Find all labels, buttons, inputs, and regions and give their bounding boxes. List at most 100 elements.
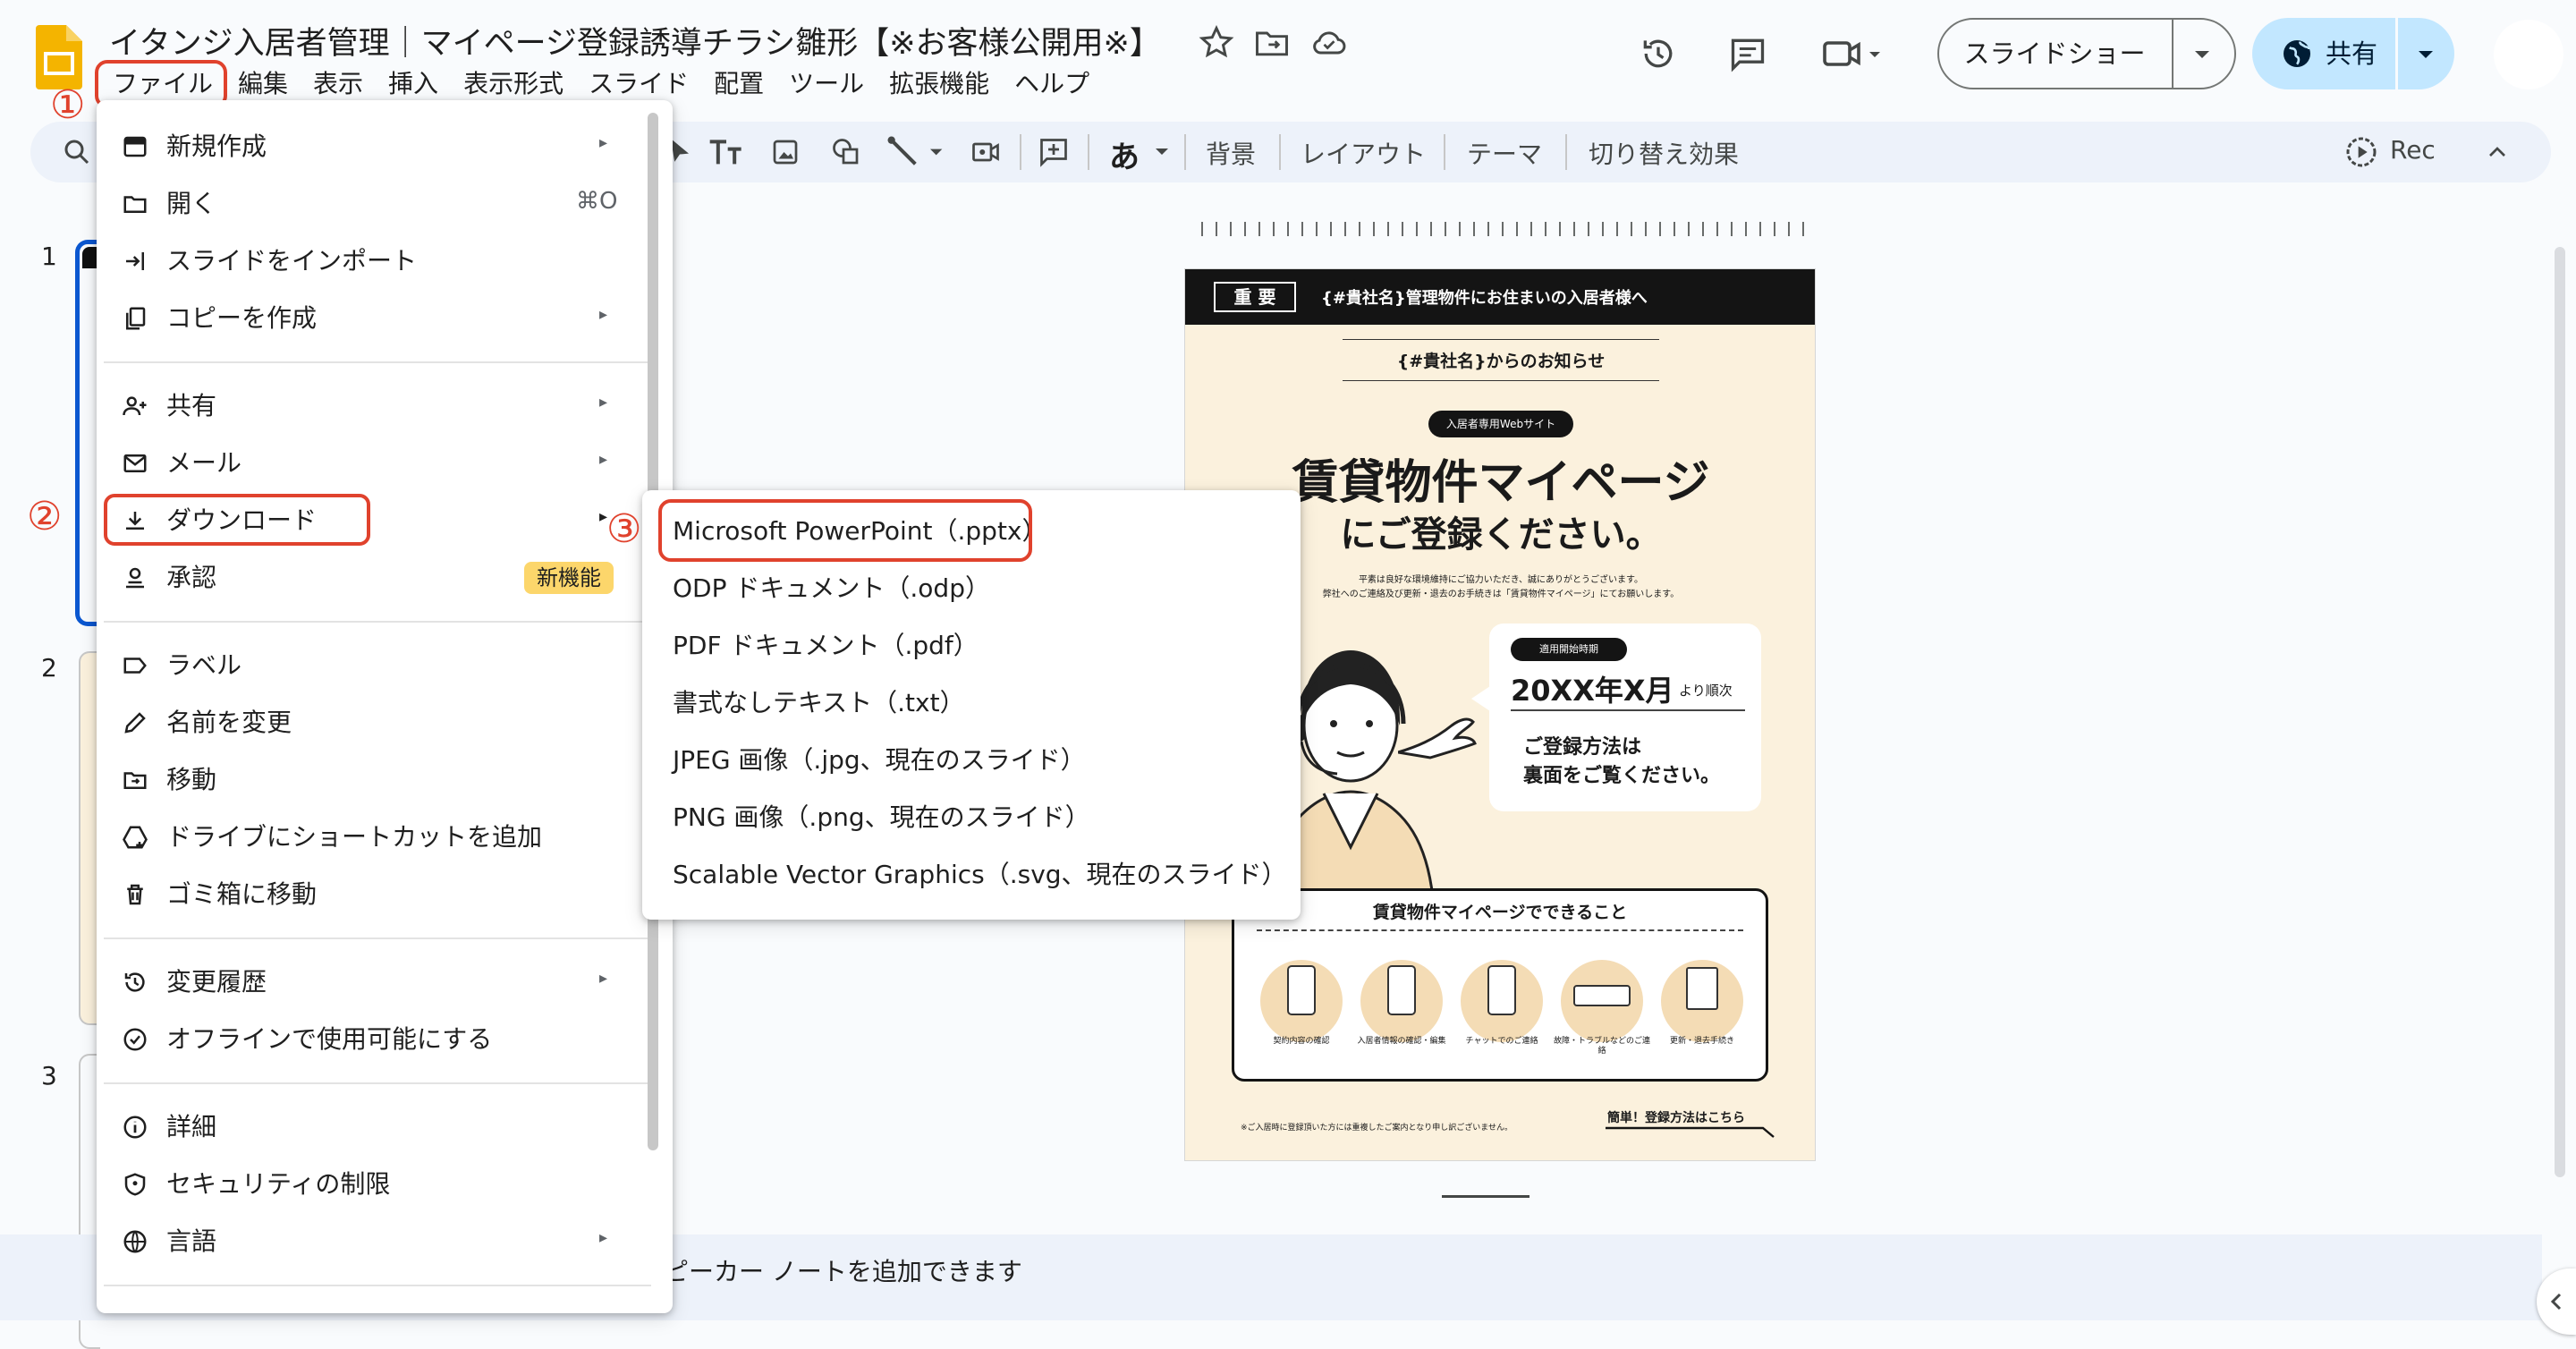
info-icon [122, 1114, 148, 1141]
menu-item-language[interactable]: 言語 ▸ [97, 1217, 673, 1267]
side-panel-toggle[interactable] [2537, 1268, 2576, 1335]
menu-item-label: 言語 [166, 1226, 217, 1256]
bubble-tail [1471, 681, 1498, 717]
banner-text: {#貴社名}管理物件にお住まいの入居者様へ [1321, 289, 1648, 308]
insert-image-icon[interactable] [769, 136, 801, 168]
input-tools-label[interactable]: あ [1109, 132, 1140, 176]
toolbar-separator [1088, 134, 1089, 170]
slideshow-dropdown-icon[interactable] [2188, 41, 2216, 66]
easy-link-arrow [1606, 1124, 1777, 1139]
line-tool-icon[interactable] [886, 134, 948, 170]
submenu-arrow-icon: ▸ [599, 450, 608, 469]
drive-shortcut-icon [122, 824, 148, 851]
menu-edit[interactable]: 編集 [225, 66, 301, 102]
new-feature-badge: 新機能 [524, 562, 614, 594]
start-date: 20XX年X月 [1511, 674, 1674, 708]
start-date-suffix: より順次 [1679, 683, 1733, 699]
speaker-notes-placeholder[interactable]: ピーカー ノートを追加できます [664, 1252, 1022, 1288]
menu-item-email[interactable]: メール ▸ [97, 438, 673, 488]
slide-number: 1 [41, 242, 57, 271]
feature-label: 故障・トラブルなどのご連絡 [1553, 1037, 1650, 1056]
toolbar-theme[interactable]: テーマ [1467, 135, 1542, 171]
menu-item-label-tag[interactable]: ラベル [97, 641, 673, 691]
ruler [1199, 218, 1816, 238]
menu-item-version-history[interactable]: 変更履歴 ▸ [97, 957, 673, 1007]
cloud-saved-icon[interactable] [1309, 23, 1349, 63]
search-menus-icon[interactable] [61, 136, 93, 168]
security-shield-icon [122, 1171, 148, 1198]
globe-icon [122, 1228, 148, 1255]
menu-item-security[interactable]: セキュリティの制限 [97, 1159, 673, 1209]
menu-item-make-copy[interactable]: コピーを作成 ▸ [97, 293, 673, 344]
version-history-icon[interactable] [1639, 34, 1678, 73]
download-pdf[interactable]: PDF ドキュメント（.pdf） [673, 628, 979, 664]
menu-item-import-slides[interactable]: スライドをインポート [97, 236, 673, 286]
menu-item-rename[interactable]: 名前を変更 [97, 698, 673, 748]
easy-link-text: 簡単！登録方法はこちら [1607, 1111, 1745, 1125]
menu-view[interactable]: 表示 [301, 66, 376, 102]
menu-item-details[interactable]: 詳細 [97, 1102, 673, 1152]
slideshow-label[interactable]: スライドショー [1937, 18, 2172, 89]
date-badge: 適用開始時期 [1511, 638, 1627, 661]
menu-item-label: 詳細 [166, 1112, 217, 1141]
submenu-arrow-icon: ▸ [599, 133, 608, 152]
record-label[interactable]: Rec [2390, 135, 2436, 165]
globe-icon [2279, 36, 2315, 72]
video-icon[interactable] [970, 136, 1002, 168]
menu-item-offline[interactable]: オフラインで使用可能にする [97, 1014, 673, 1065]
new-presentation-icon [122, 133, 148, 160]
text-box-icon[interactable] [707, 134, 746, 170]
record-icon[interactable] [2343, 134, 2379, 170]
toolbar-transition[interactable]: 切り替え効果 [1589, 135, 1739, 171]
menu-item-trash[interactable]: ゴミ箱に移動 [97, 870, 673, 920]
folder-move-icon [122, 767, 148, 793]
menu-item-move[interactable]: 移動 [97, 755, 673, 805]
move-folder-icon[interactable] [1252, 23, 1292, 63]
canvas-scrollbar[interactable] [2555, 247, 2565, 1177]
menu-arrange[interactable]: 配置 [701, 66, 776, 102]
menu-shortcut: ⌘O [576, 188, 618, 215]
menu-item-approvals[interactable]: 承認 新機能 [97, 553, 673, 603]
menu-item-share[interactable]: 共有 ▸ [97, 381, 673, 431]
menu-item-label: 名前を変更 [166, 708, 292, 737]
download-jpg[interactable]: JPEG 画像（.jpg、現在のスライド） [673, 742, 1086, 778]
toolbar-separator [1565, 134, 1567, 170]
share-dropdown-icon[interactable] [2411, 41, 2440, 66]
toolbar-layout[interactable]: レイアウト [1301, 135, 1426, 171]
web-pill: 入居者専用Webサイト [1428, 411, 1573, 437]
add-comment-icon[interactable] [1038, 136, 1070, 168]
account-avatar[interactable] [2494, 20, 2563, 89]
menu-item-label: 新規作成 [166, 132, 267, 161]
download-odp[interactable]: ODP ドキュメント（.odp） [673, 571, 990, 607]
download-txt[interactable]: 書式なしテキスト（.txt） [673, 685, 965, 721]
menu-extensions[interactable]: 拡張機能 [877, 66, 1002, 102]
menu-insert[interactable]: 挿入 [376, 66, 451, 102]
input-tools-dropdown-icon[interactable] [1152, 143, 1172, 161]
slides-logo-icon[interactable] [36, 25, 82, 89]
submenu-arrow-icon: ▸ [599, 393, 608, 411]
shape-icon[interactable] [830, 136, 862, 168]
download-svg[interactable]: Scalable Vector Graphics（.svg、現在のスライド） [673, 857, 1287, 893]
menu-format[interactable]: 表示形式 [451, 66, 576, 102]
phone-icon [1487, 965, 1516, 1015]
phone-icon [1387, 965, 1416, 1015]
menu-slide[interactable]: スライド [576, 66, 701, 102]
document-title[interactable]: イタンジ入居者管理｜マイページ登録誘導チラシ雛形【※お客様公開用※】 [109, 18, 1161, 64]
star-icon[interactable] [1197, 23, 1236, 63]
resize-handle[interactable] [1442, 1195, 1530, 1198]
comments-icon[interactable] [1728, 34, 1767, 73]
menu-divider [104, 1082, 651, 1084]
menu-help[interactable]: ヘルプ [1002, 66, 1102, 102]
meet-video-icon[interactable] [1821, 34, 1885, 73]
toolbar-separator [1279, 134, 1281, 170]
menu-item-add-shortcut[interactable]: ドライブにショートカットを追加 [97, 812, 673, 862]
menu-tools[interactable]: ツール [776, 66, 877, 102]
share-label[interactable]: 共有 [2326, 18, 2377, 89]
menu-item-label: 変更履歴 [166, 967, 267, 997]
download-png[interactable]: PNG 画像（.png、現在のスライド） [673, 800, 1090, 836]
person-add-icon [122, 393, 148, 420]
collapse-toolbar-icon[interactable] [2483, 138, 2512, 166]
menu-item-new[interactable]: 新規作成 ▸ [97, 122, 673, 172]
menu-item-open[interactable]: 開く ⌘O [97, 179, 673, 229]
toolbar-background[interactable]: 背景 [1206, 135, 1256, 171]
